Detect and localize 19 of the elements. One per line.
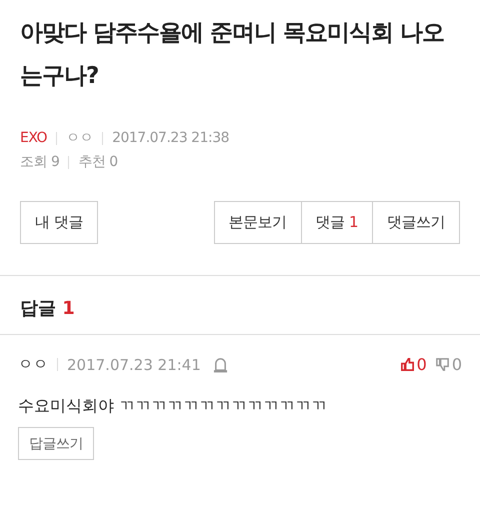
author-name: ㅇㅇ	[66, 129, 94, 148]
nav-button[interactable]: 댓글쓰기	[372, 201, 460, 244]
post-date: 2017.07.23 21:38	[112, 129, 230, 148]
recommend-count: 추천 0	[78, 153, 118, 172]
reply-button[interactable]: 답글쓰기	[18, 427, 94, 460]
my-comments-button[interactable]: 내 댓글	[20, 201, 98, 244]
post-title: 아맞다 담주수욜에 준며니 목요미식회 나오는구나?	[20, 19, 445, 91]
category-link[interactable]: EXO	[20, 126, 48, 150]
comment-date: 2017.07.23 21:41	[67, 356, 201, 374]
comment-text: 수요미식회야 ㄲㄲㄲㄲㄲㄲㄲㄲㄲㄲㄲㄲㄲ	[18, 396, 328, 417]
nav-button[interactable]: 댓글 1	[300, 201, 373, 244]
thumbs-up-icon	[400, 357, 415, 372]
view-count: 조회 9	[20, 153, 60, 172]
thumbs-down-icon	[434, 357, 450, 372]
like-button[interactable]: 0	[400, 355, 427, 374]
nav-button[interactable]: 본문보기	[214, 201, 302, 244]
replies-heading: 답글 1	[20, 297, 76, 320]
author-name: ㅇㅇ	[18, 355, 48, 374]
siren-icon[interactable]	[212, 356, 228, 373]
